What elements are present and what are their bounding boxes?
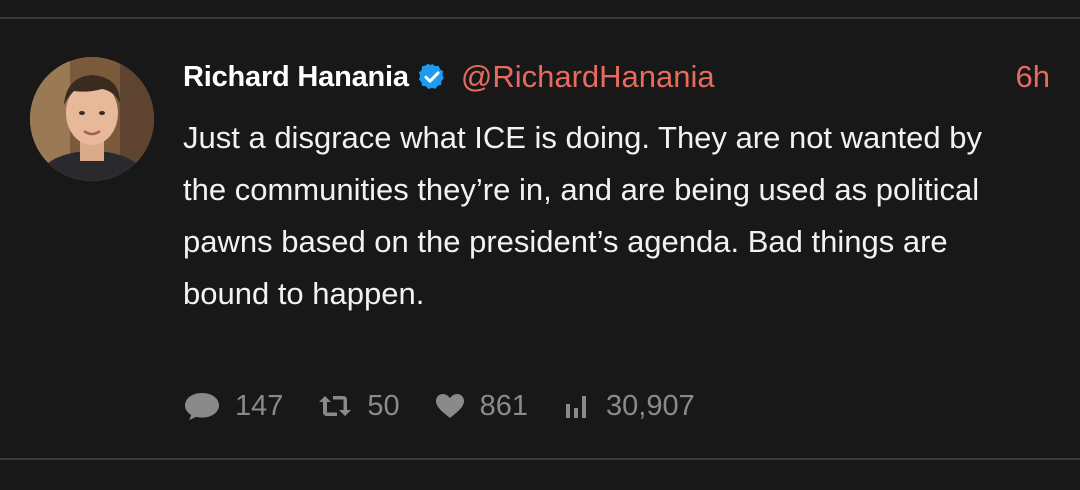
retweet-button[interactable]: 50 [317, 389, 400, 423]
retweet-count: 50 [367, 389, 400, 422]
tweet-text: Just a disgrace what ICE is doing. They … [183, 120, 982, 311]
person-photo-avatar [30, 57, 154, 181]
reply-button[interactable]: 147 [183, 390, 283, 423]
bottom-divider [0, 458, 1080, 460]
heart-icon [434, 392, 466, 420]
view-count: 30,907 [606, 389, 695, 422]
tweet[interactable]: Richard Hanania @RichardHanania 6h Just … [0, 19, 1080, 458]
like-button[interactable]: 861 [434, 390, 528, 423]
reply-count: 147 [235, 389, 284, 422]
display-name[interactable]: Richard Hanania [183, 61, 409, 94]
action-bar: 147 50 861 30,907 [183, 384, 729, 428]
bar-chart-icon [562, 392, 592, 420]
tweet-screen: Richard Hanania @RichardHanania 6h Just … [0, 0, 1080, 490]
views-button[interactable]: 30,907 [562, 390, 695, 423]
user-handle[interactable]: @RichardHanania [461, 59, 715, 95]
retweet-icon [317, 392, 353, 420]
avatar[interactable] [30, 57, 154, 181]
comment-bubble-icon [183, 391, 221, 421]
verified-badge-icon [417, 62, 447, 92]
timestamp[interactable]: 6h [1016, 57, 1050, 97]
tweet-header: Richard Hanania @RichardHanania [183, 57, 715, 97]
like-count: 861 [479, 389, 529, 422]
